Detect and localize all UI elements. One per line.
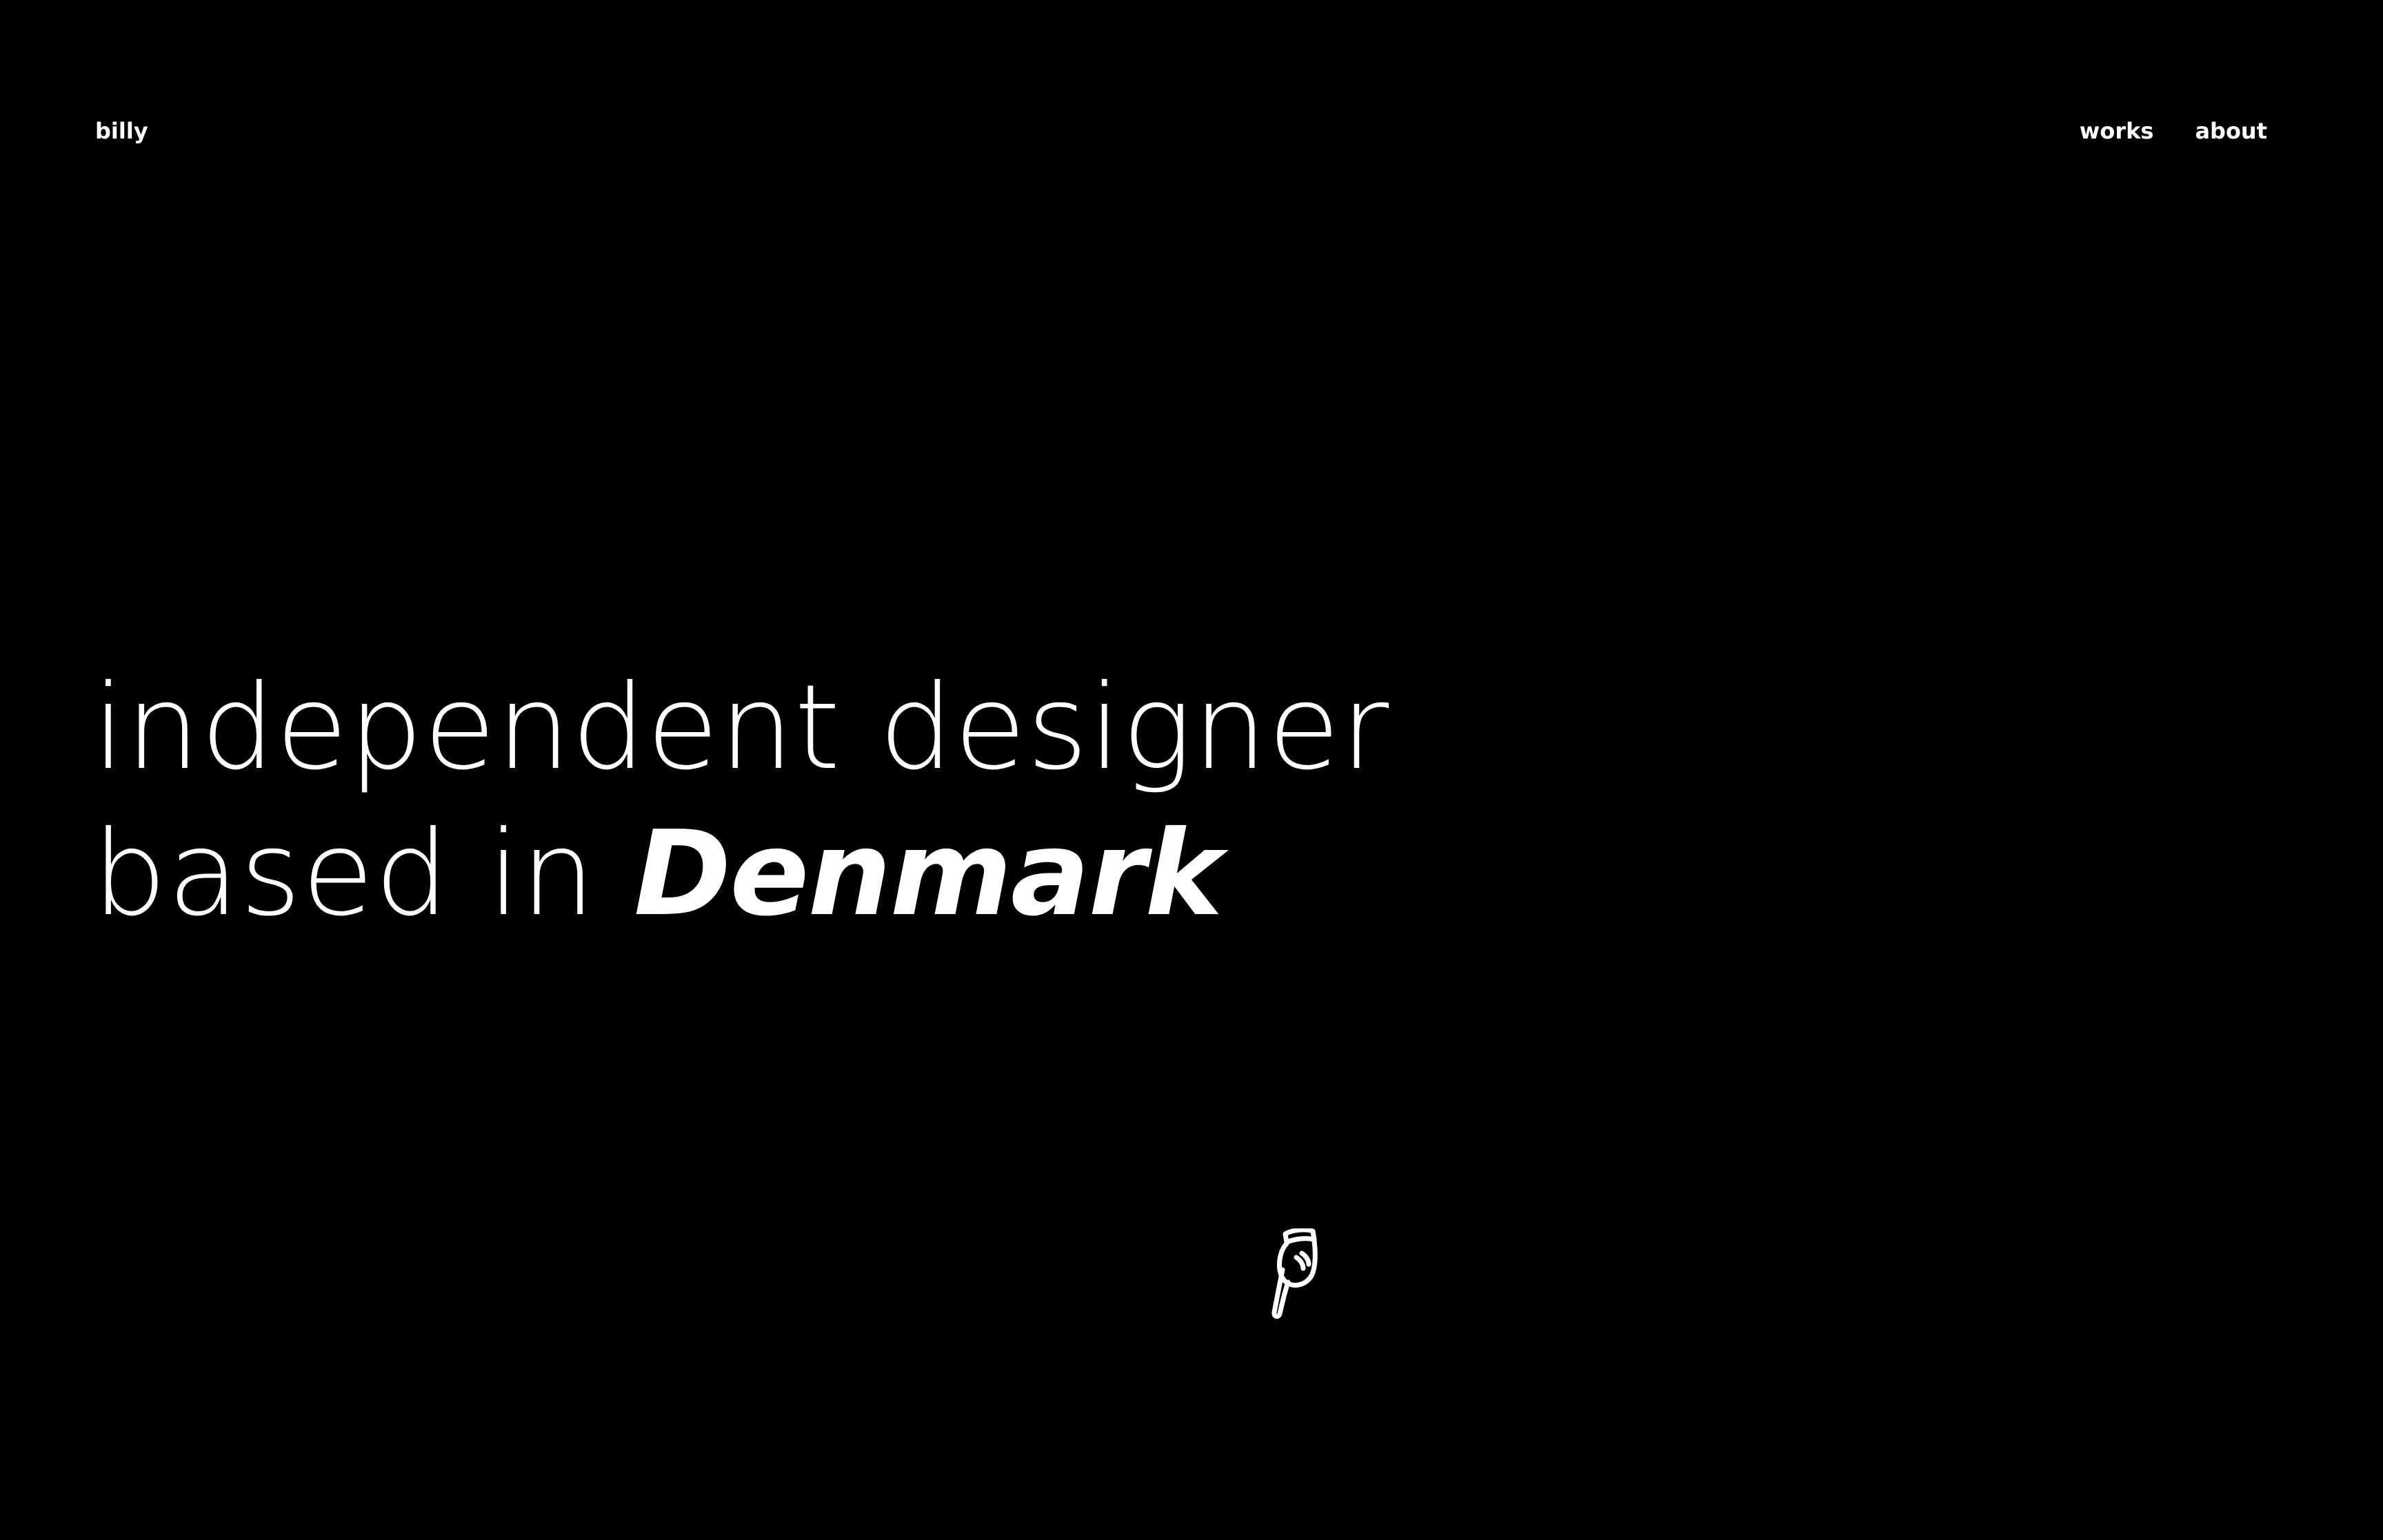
logo-link[interactable]: billy (95, 116, 148, 146)
nav-link-works[interactable]: works (2080, 116, 2154, 146)
main-nav: works about (2080, 116, 2267, 146)
hero-line-1: independent designer (92, 660, 1390, 796)
hero-line-2: based in Denmark (92, 801, 1389, 947)
hero-line-2-prefix: based in (92, 806, 596, 942)
pointing-down-hand-icon[interactable] (1262, 1227, 1321, 1319)
nav-link-about[interactable]: about (2195, 116, 2267, 146)
hero-headline: independent designer based in Denmark (92, 655, 1389, 947)
hero-location-emphasis: Denmark (634, 806, 1223, 942)
